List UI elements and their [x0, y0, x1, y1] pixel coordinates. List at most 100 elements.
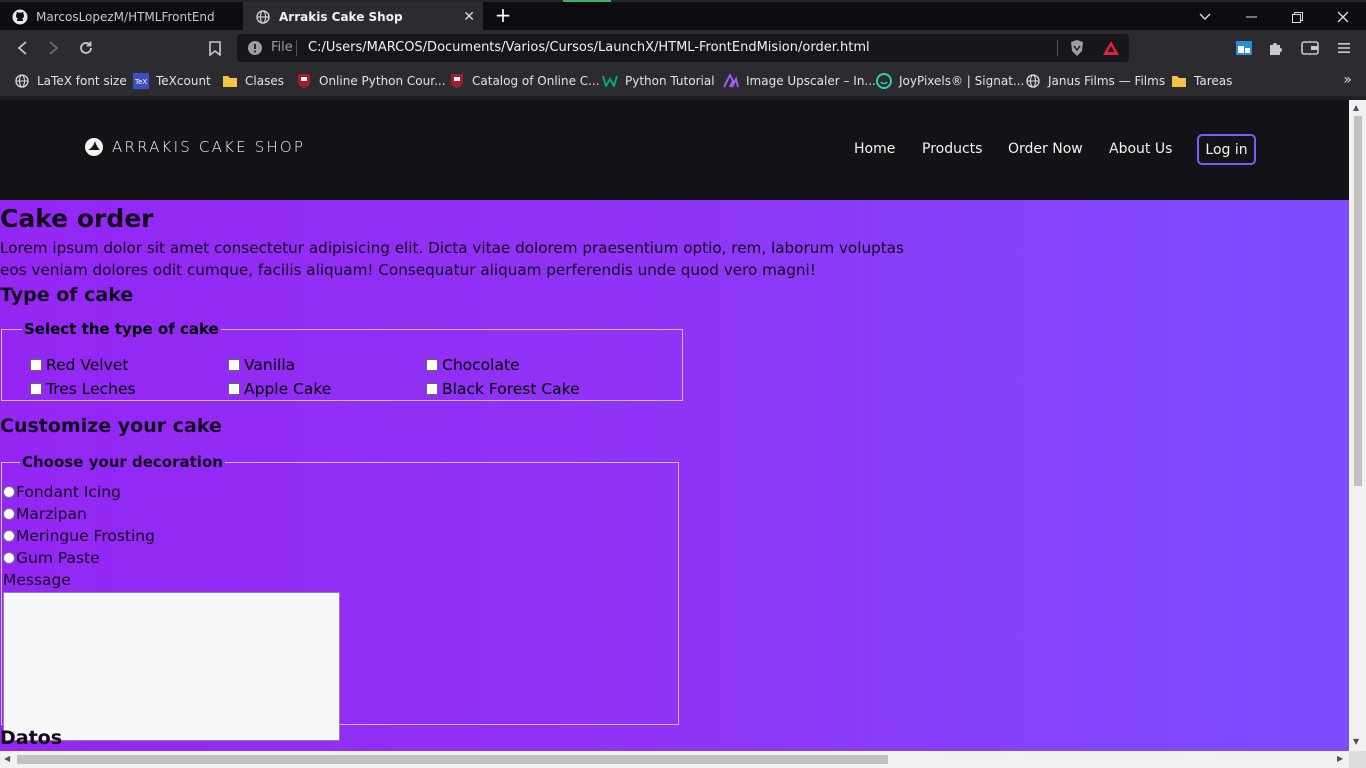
vertical-scrollbar[interactable]: ▲ ▼ [1349, 100, 1366, 751]
restore-button[interactable] [1274, 2, 1320, 32]
bookmark-label: Online Python Cour... [319, 74, 446, 88]
bookmark-label: Python Tutorial [625, 74, 715, 88]
scroll-up-arrow-icon[interactable]: ▲ [1353, 103, 1359, 112]
bookmark-label: Tareas [1194, 74, 1233, 88]
radio-fondant-icing[interactable]: Fondant Icing [3, 483, 121, 501]
divider [1057, 40, 1058, 56]
checkbox-label: Vanilla [244, 356, 296, 374]
nav-home[interactable]: Home [854, 141, 895, 157]
customize-heading: Customize your cake [0, 415, 222, 437]
logo-mark-icon [84, 137, 104, 157]
bookmark-folder-clases[interactable]: Clases [222, 72, 284, 90]
wallet-icon[interactable] [1300, 38, 1320, 58]
tab-github[interactable]: MarcosLopezM/HTMLFrontEnd [0, 2, 243, 32]
bookmark-latex-font-size[interactable]: LaTeX font size [14, 72, 127, 90]
radio-circle[interactable] [3, 486, 15, 498]
more-bookmarks-icon[interactable]: » [1343, 72, 1352, 88]
divider [296, 40, 297, 56]
nav-products[interactable]: Products [922, 141, 982, 157]
bookmark-folder-tareas[interactable]: Tareas [1171, 72, 1232, 90]
radio-label: Meringue Frosting [16, 527, 155, 545]
tab-title: MarcosLopezM/HTMLFrontEnd [36, 10, 215, 24]
checkbox-box[interactable] [30, 383, 42, 395]
radio-circle[interactable] [3, 530, 15, 542]
texcount-icon: TeX [133, 73, 149, 89]
info-icon[interactable] [247, 40, 263, 56]
page-title: Cake order [0, 204, 154, 233]
radio-gum-paste[interactable]: Gum Paste [3, 549, 100, 567]
vertical-scroll-thumb[interactable] [1354, 116, 1362, 486]
extension-window-icon[interactable] [1234, 38, 1254, 58]
checkbox-box[interactable] [30, 359, 42, 371]
close-window-button[interactable] [1320, 2, 1366, 32]
bookmark-label: LaTeX font size [37, 74, 127, 88]
back-icon[interactable] [12, 38, 32, 58]
radio-circle[interactable] [3, 508, 15, 520]
harvard-icon [296, 73, 312, 89]
checkbox-box[interactable] [426, 383, 438, 395]
bookmark-image-upscaler[interactable]: Image Upscaler – In... [723, 72, 876, 90]
login-button[interactable]: Log in [1197, 134, 1256, 165]
radio-marzipan[interactable]: Marzipan [3, 505, 87, 523]
bookmark-janus-films[interactable]: Janus Films — Films [1025, 72, 1165, 90]
scroll-right-arrow-icon[interactable]: ▶ [1337, 754, 1343, 763]
bookmark-online-python[interactable]: Online Python Cour... [296, 72, 446, 90]
checkbox-chocolate[interactable]: Chocolate [426, 356, 520, 374]
tab-search-chevron-icon[interactable] [1182, 2, 1228, 32]
address-bar[interactable]: File C:/Users/MARCOS/Documents/Varios/Cu… [237, 34, 1129, 62]
bookmark-python-tutorial[interactable]: Python Tutorial [602, 72, 715, 90]
checkbox-tres-leches[interactable]: Tres Leches [30, 380, 136, 398]
globe-icon [255, 9, 271, 25]
new-tab-button[interactable]: + [493, 5, 513, 25]
decoration-fieldset: Choose your decoration Fondant Icing Mar… [1, 453, 679, 741]
horizontal-scrollbar[interactable]: ◀ ▶ [0, 751, 1349, 768]
forward-icon[interactable] [44, 38, 64, 58]
bookmark-label: Clases [245, 74, 284, 88]
checkbox-vanilla[interactable]: Vanilla [228, 356, 295, 374]
checkbox-box[interactable] [228, 359, 240, 371]
horizontal-scroll-thumb[interactable] [17, 755, 888, 764]
message-label: Message [3, 571, 71, 589]
harvard-icon [449, 73, 465, 89]
checkbox-label: Chocolate [442, 356, 520, 374]
decoration-legend: Choose your decoration [22, 453, 223, 471]
github-icon [12, 9, 28, 25]
scrollbar-corner [1349, 751, 1366, 768]
globe-icon [1025, 73, 1041, 89]
intro-paragraph: Lorem ipsum dolor sit amet consectetur a… [0, 239, 904, 279]
minimize-button[interactable] [1228, 2, 1274, 32]
checkbox-label: Apple Cake [244, 380, 332, 398]
close-tab-icon[interactable]: ✕ [463, 9, 475, 25]
scroll-down-arrow-icon[interactable]: ▼ [1353, 737, 1359, 746]
brave-shield-icon[interactable] [1069, 39, 1085, 61]
bookmark-catalog-online[interactable]: Catalog of Online C... [449, 72, 600, 90]
radio-label: Marzipan [16, 505, 87, 523]
url-text[interactable]: C:/Users/MARCOS/Documents/Varios/Cursos/… [308, 40, 870, 55]
checkbox-box[interactable] [426, 359, 438, 371]
tab-title: Arrakis Cake Shop [279, 10, 403, 24]
message-textarea[interactable] [3, 592, 340, 741]
nav-about-us[interactable]: About Us [1109, 141, 1172, 157]
radio-label: Gum Paste [16, 549, 100, 567]
site-logo[interactable]: ARRAKIS CAKE SHOP [84, 137, 305, 157]
menu-icon[interactable] [1334, 38, 1354, 58]
tab-arrakis-active[interactable]: Arrakis Cake Shop ✕ [243, 2, 483, 32]
reload-icon[interactable] [76, 38, 96, 58]
checkbox-box[interactable] [228, 383, 240, 395]
brave-rewards-icon[interactable] [1102, 40, 1120, 60]
radio-meringue-frosting[interactable]: Meringue Frosting [3, 527, 155, 545]
bookmark-icon[interactable] [205, 38, 225, 58]
checkbox-red-velvet[interactable]: Red Velvet [30, 356, 128, 374]
checkbox-label: Black Forest Cake [442, 380, 580, 398]
nav-order-now[interactable]: Order Now [1008, 141, 1083, 157]
checkbox-apple-cake[interactable]: Apple Cake [228, 380, 331, 398]
bookmark-joypixels[interactable]: JoyPixels® | Signat... [876, 72, 1024, 90]
cake-type-fieldset: Select the type of cake Red Velvet Vanil… [1, 320, 683, 401]
bookmark-label: Image Upscaler – In... [746, 74, 876, 88]
scroll-left-arrow-icon[interactable]: ◀ [4, 754, 10, 763]
extensions-puzzle-icon[interactable] [1266, 38, 1286, 58]
radio-circle[interactable] [3, 552, 15, 564]
browser-toolbar: File C:/Users/MARCOS/Documents/Varios/Cu… [0, 30, 1366, 66]
checkbox-black-forest[interactable]: Black Forest Cake [426, 380, 580, 398]
bookmark-texcount[interactable]: TeX TeXcount [133, 72, 211, 90]
